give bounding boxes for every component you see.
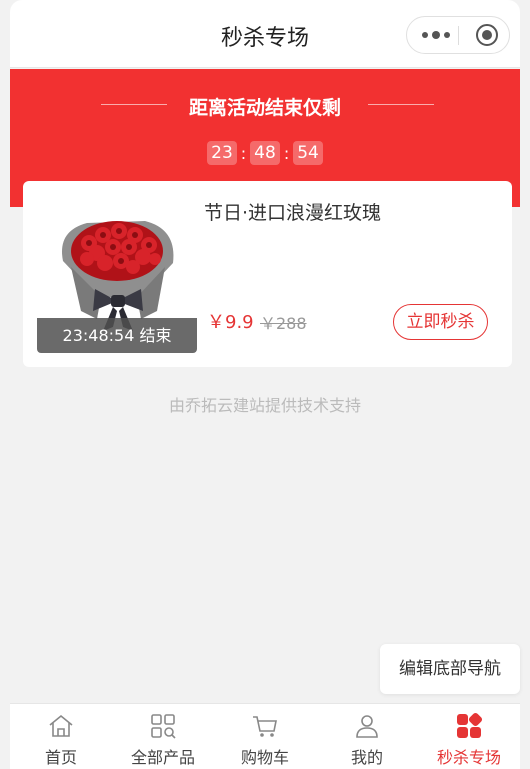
capsule-divider: [458, 26, 459, 45]
app-frame: 秒杀专场 距离活动结束仅剩 23 : 48 : 54 23:48:54 结束 节…: [10, 0, 520, 769]
tab-flash-sale[interactable]: 秒杀专场: [418, 704, 520, 769]
close-target-icon[interactable]: [476, 24, 498, 46]
edit-bottom-nav-button[interactable]: 编辑底部导航: [380, 644, 520, 694]
countdown-seconds: 54: [293, 141, 323, 165]
product-image[interactable]: 23:48:54 结束: [37, 201, 197, 353]
tab-label: 秒杀专场: [436, 748, 501, 767]
countdown-minutes: 48: [250, 141, 280, 165]
countdown: 23 : 48 : 54: [10, 141, 520, 165]
more-icon[interactable]: [417, 25, 455, 45]
tab-mine[interactable]: 我的: [316, 704, 418, 769]
countdown-colon: :: [240, 143, 247, 163]
banner-heading: 距离活动结束仅剩: [188, 97, 341, 119]
grid-search-icon: [151, 714, 176, 739]
title-bar: 秒杀专场: [10, 0, 520, 68]
tab-home[interactable]: 首页: [10, 704, 112, 769]
countdown-hours: 23: [207, 141, 237, 165]
bottom-tab-bar: 首页 全部产品 购物车 我的 秒杀专场: [10, 703, 520, 769]
tab-label: 我的: [350, 748, 383, 767]
home-icon: [49, 714, 73, 737]
tab-all-products[interactable]: 全部产品: [112, 704, 214, 769]
sale-price: ￥9.9: [207, 312, 254, 333]
tab-cart[interactable]: 购物车: [214, 704, 316, 769]
product-name[interactable]: 节日·进口浪漫红玫瑰: [204, 198, 381, 225]
mini-program-capsule: [406, 16, 510, 54]
buy-now-button[interactable]: 立即秒杀: [393, 304, 488, 340]
product-timer: 23:48:54 结束: [37, 318, 197, 353]
flash-sale-icon: [457, 712, 483, 738]
product-card[interactable]: 23:48:54 结束 节日·进口浪漫红玫瑰 ￥9.9 ￥288 立即秒杀: [23, 181, 512, 367]
cart-icon: [253, 716, 277, 737]
user-icon: [356, 715, 378, 738]
countdown-colon: :: [283, 143, 290, 163]
banner-line-right: [368, 104, 434, 105]
tab-label: 购物车: [240, 748, 289, 767]
tab-label: 首页: [44, 748, 77, 767]
tech-support-note: 由乔拓云建站提供技术支持: [168, 396, 361, 415]
tab-label: 全部产品: [130, 748, 195, 767]
original-price: ￥288: [260, 314, 307, 333]
